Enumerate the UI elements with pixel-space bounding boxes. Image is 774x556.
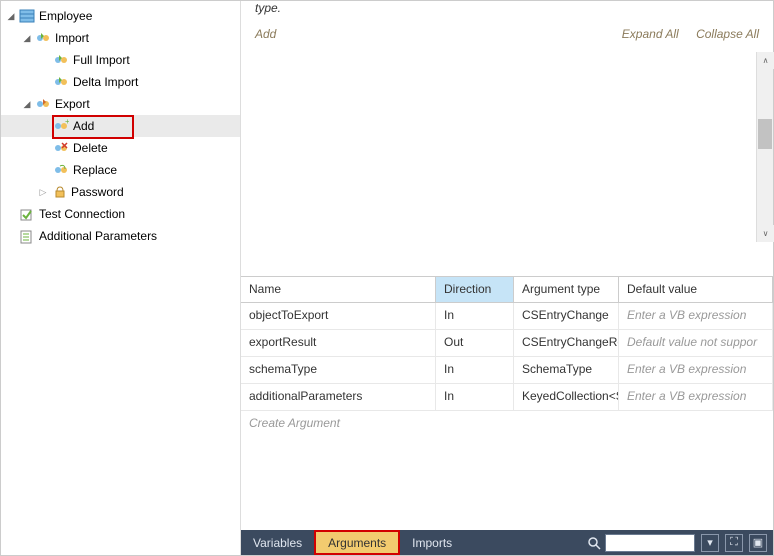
tree-item-test-connection[interactable]: Test Connection: [1, 203, 240, 225]
scroll-down-icon[interactable]: ∨: [757, 225, 774, 242]
cell-direction[interactable]: In: [436, 384, 514, 410]
vertical-scrollbar[interactable]: ∧ ∨: [756, 52, 773, 242]
col-header-argtype[interactable]: Argument type: [514, 277, 619, 302]
col-header-direction[interactable]: Direction: [436, 277, 514, 302]
cell-name[interactable]: schemaType: [241, 357, 436, 383]
tree-item-delta-import[interactable]: Delta Import: [1, 71, 240, 93]
tree-item-import[interactable]: ◢ Import: [1, 27, 240, 49]
grid-row[interactable]: exportResult Out CSEntryChangeRes Defaul…: [241, 330, 773, 357]
tree-label: Delta Import: [73, 75, 138, 89]
tab-arguments[interactable]: Arguments: [314, 530, 400, 555]
cell-argtype[interactable]: CSEntryChangeRes: [514, 330, 619, 356]
cell-direction[interactable]: In: [436, 357, 514, 383]
add-icon: +: [53, 118, 69, 134]
delete-icon: [53, 140, 69, 156]
svg-text:+: +: [65, 118, 69, 126]
tree-panel: ◢ Employee ◢ Import Full Import Delta Im…: [1, 1, 241, 555]
grid-row[interactable]: objectToExport In CSEntryChange Enter a …: [241, 303, 773, 330]
scroll-thumb[interactable]: [758, 119, 772, 149]
action-bar: Add Expand All Collapse All: [241, 21, 773, 52]
tree-label: Delete: [73, 141, 108, 155]
grid-header-row: Name Direction Argument type Default val…: [241, 277, 773, 303]
search-input[interactable]: [605, 534, 695, 552]
cell-argtype[interactable]: CSEntryChange: [514, 303, 619, 329]
truncated-type-text: type.: [241, 1, 773, 21]
spacer: [5, 208, 17, 220]
export-icon: [35, 96, 51, 112]
collapse-all-link[interactable]: Collapse All: [696, 27, 759, 41]
tree-item-replace[interactable]: Replace: [1, 159, 240, 181]
tree-item-employee[interactable]: ◢ Employee: [1, 5, 240, 27]
cell-default[interactable]: Default value not suppor: [619, 330, 773, 356]
replace-icon: [53, 162, 69, 178]
tree-item-delete[interactable]: Delete: [1, 137, 240, 159]
cell-name[interactable]: additionalParameters: [241, 384, 436, 410]
expander-icon[interactable]: ◢: [21, 32, 33, 44]
tree-label: Test Connection: [39, 207, 125, 221]
expand-all-link[interactable]: Expand All: [622, 27, 679, 41]
tree-label: Employee: [39, 9, 92, 23]
tree-label: Add: [73, 119, 94, 133]
expander-icon[interactable]: ◢: [21, 98, 33, 110]
cell-name[interactable]: exportResult: [241, 330, 436, 356]
import-icon: [35, 30, 51, 46]
arguments-grid: Name Direction Argument type Default val…: [241, 276, 773, 530]
tree-label: Password: [71, 185, 124, 199]
tree-item-full-import[interactable]: Full Import: [1, 49, 240, 71]
tree-label: Replace: [73, 163, 117, 177]
delta-import-icon: [53, 74, 69, 90]
test-connection-icon: [19, 206, 35, 222]
tab-variables[interactable]: Variables: [241, 530, 314, 555]
parameters-icon: [19, 228, 35, 244]
tree-item-password[interactable]: ▷ Password: [1, 181, 240, 203]
main-panel: type. Add Expand All Collapse All ∧ ∨ Na…: [241, 1, 773, 555]
zoom-dropdown-icon[interactable]: ▾: [701, 534, 719, 552]
col-header-name[interactable]: Name: [241, 277, 436, 302]
bottom-tabs: Variables Arguments Imports ▾ ⛶ ▣: [241, 530, 773, 555]
cell-name[interactable]: objectToExport: [241, 303, 436, 329]
cell-direction[interactable]: Out: [436, 330, 514, 356]
full-import-icon: [53, 52, 69, 68]
add-link[interactable]: Add: [255, 27, 276, 41]
password-icon: [51, 184, 67, 200]
cell-default[interactable]: Enter a VB expression: [619, 303, 773, 329]
cell-argtype[interactable]: KeyedCollection<S: [514, 384, 619, 410]
scroll-up-icon[interactable]: ∧: [757, 52, 774, 69]
expand-panel-icon[interactable]: ⛶: [725, 534, 743, 552]
expander-icon[interactable]: ◢: [5, 10, 17, 22]
grid-row[interactable]: additionalParameters In KeyedCollection<…: [241, 384, 773, 411]
spacer: [5, 230, 17, 242]
tree-label: Additional Parameters: [39, 229, 157, 243]
grid-row[interactable]: schemaType In SchemaType Enter a VB expr…: [241, 357, 773, 384]
cell-argtype[interactable]: SchemaType: [514, 357, 619, 383]
search-icon[interactable]: [587, 536, 601, 550]
create-argument-row[interactable]: Create Argument: [241, 411, 773, 435]
tree-label: Full Import: [73, 53, 130, 67]
tree-item-additional-params[interactable]: Additional Parameters: [1, 225, 240, 247]
tree-item-export[interactable]: ◢ Export: [1, 93, 240, 115]
table-icon: [19, 8, 35, 24]
expander-icon[interactable]: ▷: [37, 186, 49, 198]
cell-default[interactable]: Enter a VB expression: [619, 384, 773, 410]
tree-label: Import: [55, 31, 89, 45]
collapse-panel-icon[interactable]: ▣: [749, 534, 767, 552]
tab-imports[interactable]: Imports: [400, 530, 464, 555]
cell-default[interactable]: Enter a VB expression: [619, 357, 773, 383]
tree-item-add[interactable]: + Add: [1, 115, 240, 137]
cell-direction[interactable]: In: [436, 303, 514, 329]
col-header-default[interactable]: Default value: [619, 277, 773, 302]
tree-label: Export: [55, 97, 90, 111]
